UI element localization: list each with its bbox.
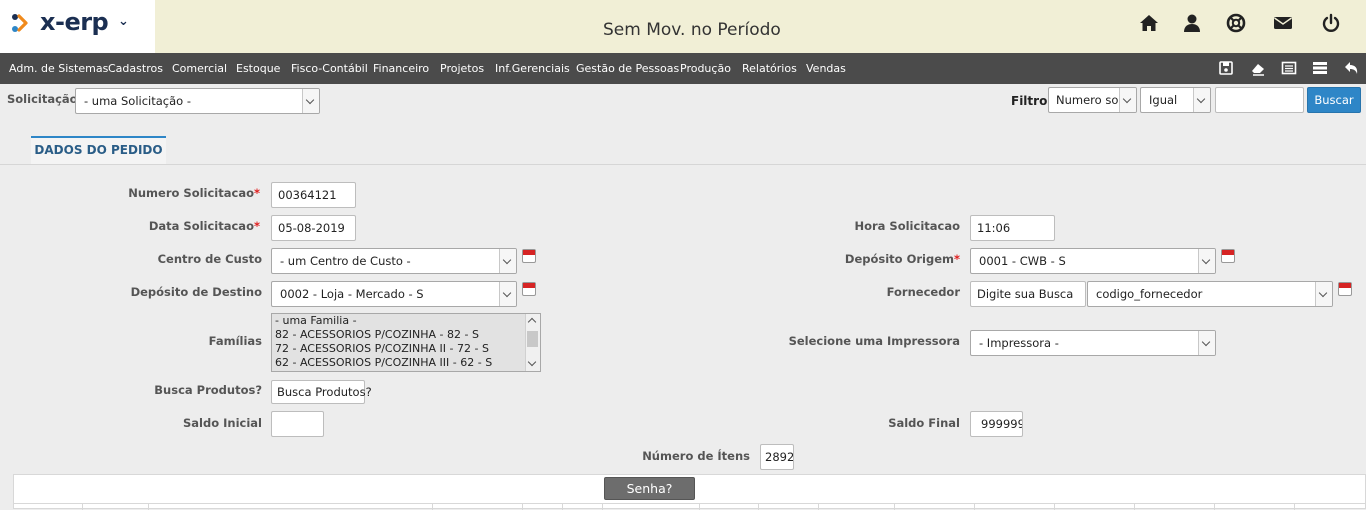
chevron-down-icon xyxy=(1198,249,1215,273)
impressora-value: - Impressora - xyxy=(979,336,1059,350)
impressora-label: Selecione uma Impressora xyxy=(788,334,960,348)
list-item[interactable]: 72 - ACESSORIOS P/COZINHA II - 72 - S xyxy=(272,342,540,356)
chevron-down-icon xyxy=(1119,88,1136,112)
menu-item-gestao-pessoas[interactable]: Gestão de Pessoas xyxy=(576,62,679,75)
data-solicitacao-input[interactable]: 05-08-2019 xyxy=(271,215,356,241)
menu-item-projetos[interactable]: Projetos xyxy=(440,62,484,75)
home-icon[interactable] xyxy=(1138,12,1160,34)
calendar-icon[interactable] xyxy=(1338,282,1352,296)
tab-dados-do-pedido[interactable]: DADOS DO PEDIDO xyxy=(31,136,166,164)
calendar-icon[interactable] xyxy=(1221,249,1235,263)
chevron-down-icon[interactable] xyxy=(527,357,537,367)
numero-itens-label: Número de Ítens xyxy=(642,449,750,463)
filtro-value-input[interactable] xyxy=(1215,87,1304,113)
buscar-button[interactable]: Buscar xyxy=(1307,87,1361,113)
list-icon[interactable] xyxy=(1280,59,1298,77)
saldo-final-input[interactable]: 999999 xyxy=(970,411,1023,437)
menu-item-producao[interactable]: Produção xyxy=(680,62,731,75)
table-icon[interactable] xyxy=(1311,59,1329,77)
hora-solicitacao-label: Hora Solicitacao xyxy=(854,219,960,233)
solicitacao-select-value: - uma Solicitação - xyxy=(84,94,192,108)
chevron-down-icon xyxy=(499,249,516,273)
filtro-field-value: Numero sol xyxy=(1056,93,1122,107)
chevron-down-icon[interactable]: ⌄ xyxy=(118,14,129,29)
chevron-down-icon xyxy=(1315,282,1332,306)
centro-custo-label: Centro de Custo xyxy=(157,252,262,266)
menu-item-estoque[interactable]: Estoque xyxy=(236,62,280,75)
deposito-destino-label: Depósito de Destino xyxy=(130,285,262,299)
numero-solicitacao-label: Numero Solicitacao* xyxy=(128,186,260,200)
menu-item-fisco-contabil[interactable]: Fisco-Contábil xyxy=(291,62,368,75)
power-icon[interactable] xyxy=(1320,12,1342,34)
grid-header-divider xyxy=(14,503,1366,504)
mail-icon[interactable] xyxy=(1272,12,1294,34)
eraser-icon[interactable] xyxy=(1249,59,1267,77)
filtro-label: Filtro: xyxy=(1011,94,1053,108)
menu-item-vendas[interactable]: Vendas xyxy=(806,62,846,75)
menu-item-adm-sistemas[interactable]: Adm. de Sistemas xyxy=(9,62,108,75)
chevron-down-icon xyxy=(499,282,516,306)
deposito-destino-select[interactable]: 0002 - Loja - Mercado - S xyxy=(271,281,517,307)
menu-item-comercial[interactable]: Comercial xyxy=(172,62,227,75)
fornecedor-code-value: codigo_fornecedor xyxy=(1096,287,1203,301)
menu-item-inf-gerenciais[interactable]: Inf.Gerenciais xyxy=(495,62,570,75)
saldo-inicial-input[interactable] xyxy=(271,411,324,437)
centro-custo-select[interactable]: - um Centro de Custo - xyxy=(271,248,517,274)
familias-listbox[interactable]: - uma Familia - 82 - ACESSORIOS P/COZINH… xyxy=(271,313,541,372)
list-item[interactable]: 62 - ACESSORIOS P/COZINHA III - 62 - S xyxy=(272,356,540,370)
busca-produtos-button[interactable]: Busca Produtos? xyxy=(271,380,372,404)
deposito-destino-value: 0002 - Loja - Mercado - S xyxy=(280,287,424,301)
solicitacao-select[interactable]: - uma Solicitação - xyxy=(75,88,320,114)
logo[interactable]: x-erp ⌄ xyxy=(0,0,155,53)
centro-custo-value: - um Centro de Custo - xyxy=(280,254,411,268)
support-icon[interactable] xyxy=(1225,12,1247,34)
fornecedor-code-select[interactable]: codigo_fornecedor xyxy=(1087,281,1333,307)
tab-divider xyxy=(0,164,1366,165)
numero-solicitacao-input[interactable]: 00364121 xyxy=(271,182,356,208)
save-icon[interactable] xyxy=(1217,59,1235,77)
fornecedor-search-input[interactable]: Digite sua Busca xyxy=(970,281,1086,307)
page-title: Sem Mov. no Período xyxy=(603,20,781,40)
user-icon[interactable] xyxy=(1181,12,1203,34)
chevron-down-icon xyxy=(302,89,319,113)
numero-itens-input[interactable]: 2892 xyxy=(760,444,794,470)
chevron-down-icon xyxy=(1198,331,1215,355)
menu-item-cadastros[interactable]: Cadastros xyxy=(108,62,163,75)
fornecedor-label: Fornecedor xyxy=(886,285,960,299)
brand-name: x-erp xyxy=(40,8,109,36)
impressora-select[interactable]: - Impressora - xyxy=(970,330,1216,356)
busca-produtos-label: Busca Produtos? xyxy=(154,383,262,397)
chevron-down-icon xyxy=(1193,88,1210,112)
filtro-operator-value: Igual xyxy=(1149,93,1178,107)
list-item[interactable]: 82 - ACESSORIOS P/COZINHA - 82 - S xyxy=(272,328,540,342)
filtro-field-select[interactable]: Numero sol xyxy=(1048,87,1137,113)
logo-icon xyxy=(12,14,28,32)
calendar-icon[interactable] xyxy=(522,282,536,296)
undo-icon[interactable] xyxy=(1342,59,1360,77)
scrollbar[interactable] xyxy=(525,314,540,371)
list-item[interactable]: - uma Familia - xyxy=(272,314,540,328)
saldo-final-label: Saldo Final xyxy=(888,416,960,430)
deposito-origem-value: 0001 - CWB - S xyxy=(979,254,1066,268)
solicitacao-label: Solicitação xyxy=(7,92,78,106)
senha-button[interactable]: Senha? xyxy=(604,477,695,500)
menu-item-relatorios[interactable]: Relatórios xyxy=(742,62,797,75)
hora-solicitacao-input[interactable]: 11:06 xyxy=(970,215,1055,241)
familias-label: Famílias xyxy=(208,334,262,348)
deposito-origem-select[interactable]: 0001 - CWB - S xyxy=(970,248,1216,274)
calendar-icon[interactable] xyxy=(522,249,536,263)
scroll-thumb[interactable] xyxy=(527,331,538,347)
chevron-up-icon[interactable] xyxy=(527,317,537,327)
top-header: x-erp ⌄ Sem Mov. no Período xyxy=(0,0,1366,53)
deposito-origem-label: Depósito Origem* xyxy=(844,252,960,266)
data-solicitacao-label: Data Solicitacao* xyxy=(148,219,260,233)
filtro-operator-select[interactable]: Igual xyxy=(1140,87,1211,113)
saldo-inicial-label: Saldo Inicial xyxy=(183,416,262,430)
menu-item-financeiro[interactable]: Financeiro xyxy=(373,62,429,75)
main-menu: Adm. de Sistemas Cadastros Comercial Est… xyxy=(0,53,1366,84)
